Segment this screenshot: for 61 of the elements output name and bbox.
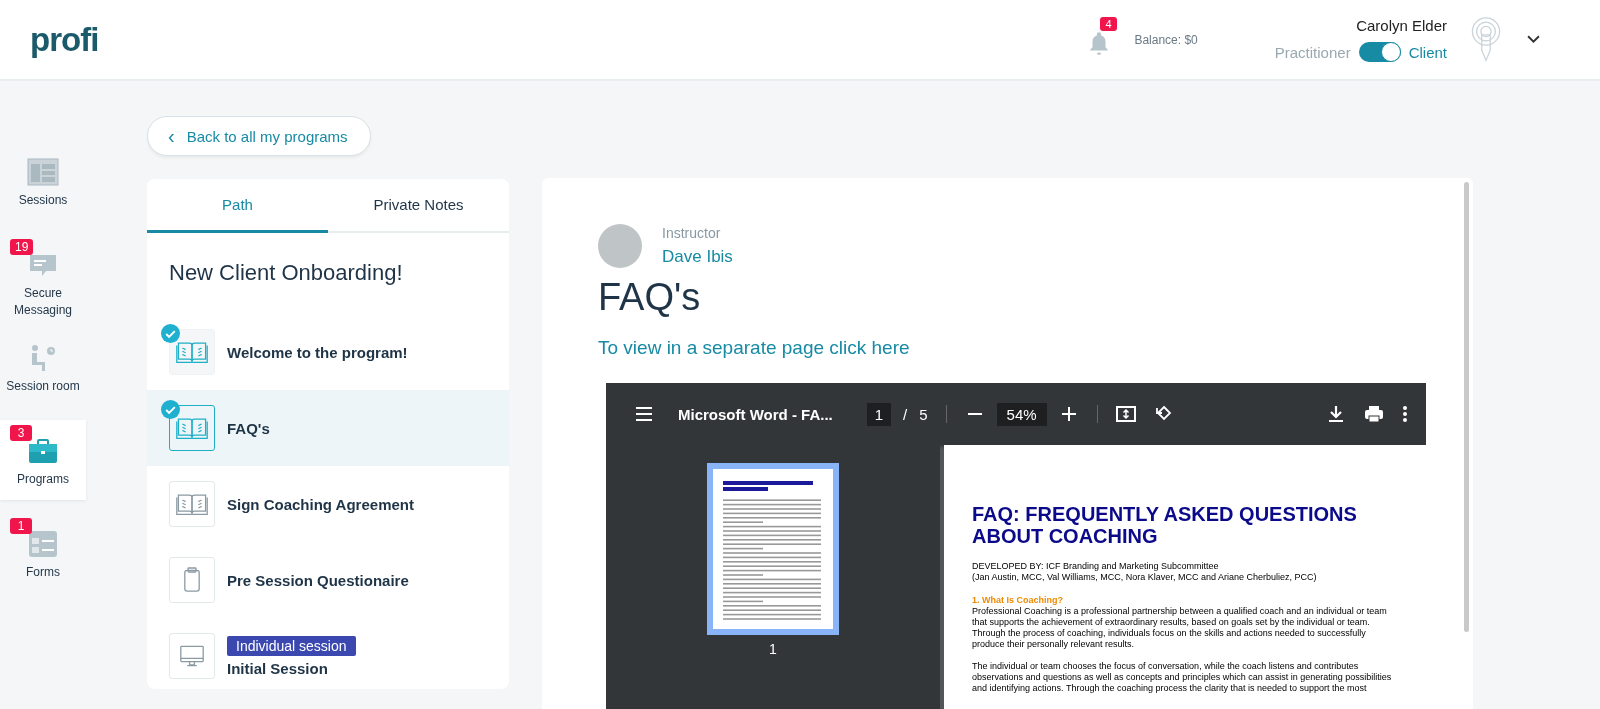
role-label: Client: [1408, 43, 1447, 61]
document-heading: FAQ: FREQUENTLY ASKED QUESTIONS ABOUT COACHING: [972, 503, 1358, 547]
session-tag: Individual session: [227, 635, 356, 656]
program-step[interactable]: Pre Session Questionaire: [147, 542, 509, 618]
sidebar-item[interactable]: Session room: [0, 327, 86, 407]
sidebar-label: Sessions: [17, 192, 69, 209]
notification-badge: 4: [1100, 16, 1117, 31]
thumbnail-number: 1: [769, 641, 777, 657]
count-badge: 3: [10, 425, 32, 441]
page-title: FAQ's: [598, 276, 702, 319]
program-step[interactable]: Welcome to the program!: [147, 314, 509, 390]
print-icon[interactable]: [1364, 404, 1384, 424]
sidebar-label: Secure Messaging: [13, 285, 73, 319]
document-title: Microsoft Word - FA...: [678, 405, 833, 423]
step-label: Pre Session Questionaire: [227, 571, 409, 589]
sidebar-label: Programs: [16, 471, 70, 488]
role-toggle[interactable]: [1358, 42, 1401, 62]
balance-text: Balance: $0: [1134, 32, 1198, 47]
profi-logo[interactable]: profi: [30, 20, 99, 59]
page-total: 5: [919, 405, 928, 423]
program-step[interactable]: FAQ's: [147, 390, 509, 466]
step-label: Welcome to the program!: [227, 343, 408, 361]
layout-icon: [27, 158, 59, 186]
sidebar-label: Session room: [5, 378, 81, 395]
role-label: Practitioner: [1274, 43, 1351, 61]
separate-page-link[interactable]: To view in a separate page click here: [598, 337, 910, 359]
step-label: Initial Session: [227, 659, 328, 677]
step-label: Sign Coaching Agreement: [227, 495, 414, 513]
chevron-down-icon[interactable]: [1527, 35, 1540, 44]
briefcase-icon: [27, 437, 59, 465]
tab[interactable]: Private Notes: [328, 179, 509, 230]
instructor-link[interactable]: Dave Ibis: [662, 247, 733, 267]
page-input[interactable]: 1: [866, 402, 892, 426]
count-badge: 19: [10, 239, 34, 255]
document-paragraph: Professional Coaching is a professional partnership between a qualified coach and an individual or team that supports the achievement of extraordinary results, based on goals set by the individual or team. Through the process of coaching, individuals focus on the skills and actions needed to successfully produce their personally relevant results.: [972, 606, 1388, 650]
instructor-label: Instructor: [662, 225, 722, 241]
program-title: New Client Onboarding!: [168, 259, 404, 287]
program-step[interactable]: Sign Coaching Agreement: [147, 466, 509, 542]
program-step[interactable]: Individual session Initial Session: [147, 618, 509, 689]
sidebar-label: Forms: [25, 564, 61, 581]
step-label: FAQ's: [227, 419, 270, 437]
page-thumbnail[interactable]: [707, 463, 839, 635]
more-icon[interactable]: [1402, 404, 1408, 424]
sidebar-item[interactable]: 1 Forms: [0, 513, 86, 593]
tab[interactable]: Path: [147, 179, 328, 233]
download-icon[interactable]: [1326, 404, 1346, 424]
document-credits: DEVELOPED BY: ICF Branding and Marketing Subcommittee (Jan Austin, MCC, Val Williams, MCC, Nora Klaver, MCC and Ariane Cherbuliez, PCC): [972, 561, 1318, 583]
page-separator: /: [903, 405, 908, 423]
fit-page-icon[interactable]: [1115, 404, 1136, 424]
photo-placeholder: [598, 224, 642, 268]
back-button[interactable]: ‹ Back to all my programs: [147, 116, 371, 156]
sidebar-item[interactable]: Sessions: [0, 141, 86, 221]
document-paragraph: The individual or team chooses the focus of conversation, while the coach listens and contributes observations and questions as well as concepts and principles which can assist in generating possibilities and identifying actions. Through the coaching process the clarity that is needed to support the most: [972, 661, 1393, 694]
count-badge: 1: [10, 518, 32, 534]
menu-icon[interactable]: [634, 404, 654, 424]
scrollbar[interactable]: [1464, 182, 1469, 632]
sidebar-item[interactable]: 3 Programs: [0, 420, 86, 500]
section-heading: 1. What Is Coaching?: [972, 595, 1064, 606]
checklist-icon: [27, 530, 59, 558]
user-name: Carolyn Elder: [1356, 17, 1447, 34]
zoom-input[interactable]: 54%: [996, 402, 1047, 426]
